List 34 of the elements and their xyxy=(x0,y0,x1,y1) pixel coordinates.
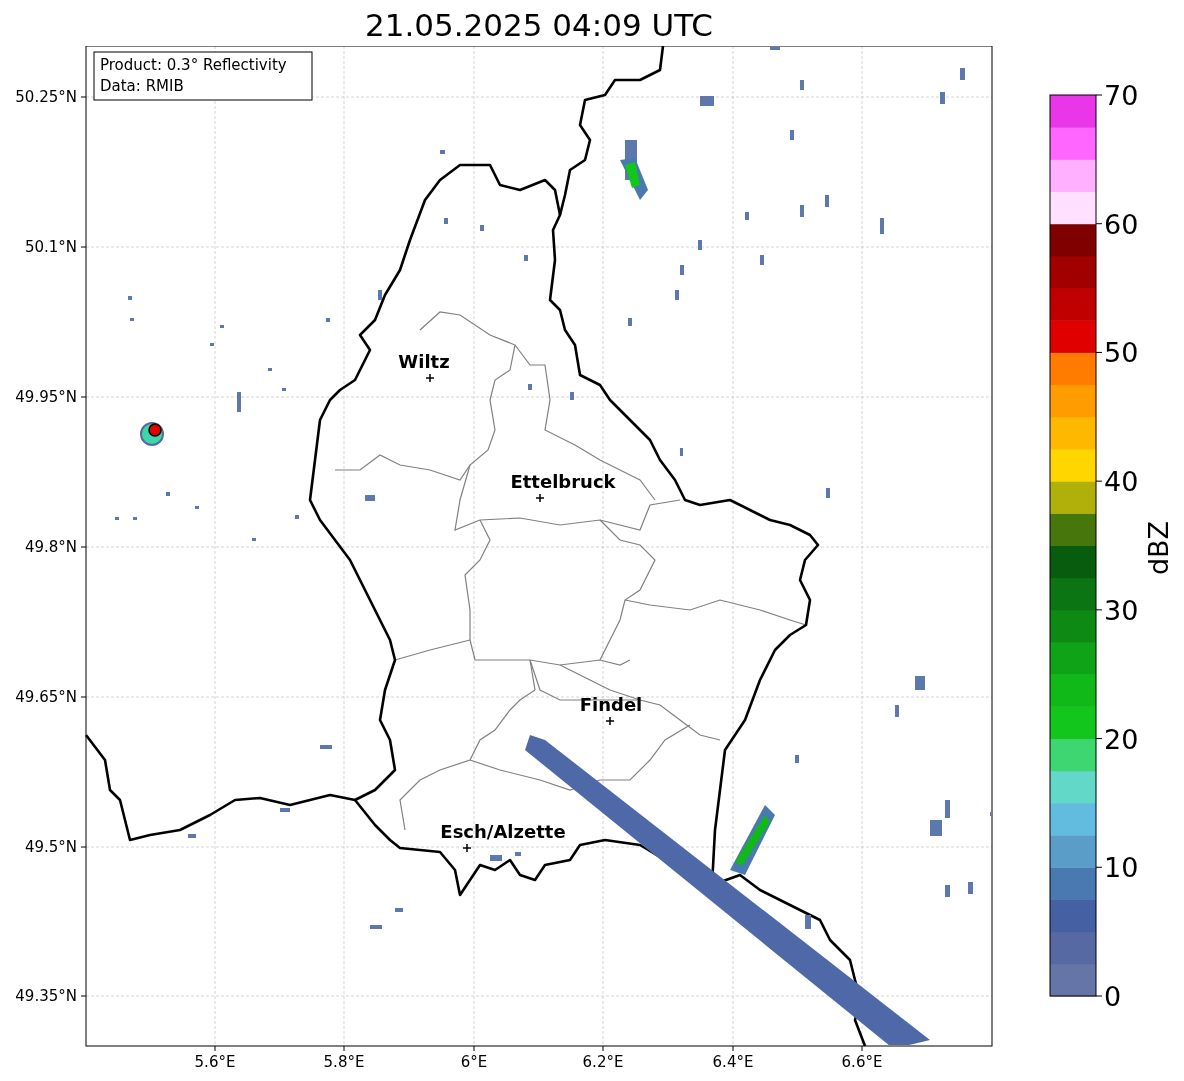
info-text: Product: 0.3° Reflectivity xyxy=(100,56,287,74)
axis-tick-label: 49.5°N xyxy=(24,838,77,856)
axis-tick-label: 6°E xyxy=(460,1053,488,1071)
axis-tick-label: 6.2°E xyxy=(582,1053,624,1071)
city-marker-icon xyxy=(535,493,545,503)
city-label: Wiltz xyxy=(398,351,450,372)
city-label: Ettelbruck xyxy=(510,471,616,492)
colorbar-tick-label: 10 xyxy=(1104,852,1139,884)
axis-tick-label: 5.8°E xyxy=(323,1053,365,1071)
city-label: Esch/Alzette xyxy=(440,821,566,842)
chart-title: 21.05.2025 04:09 UTC xyxy=(365,6,713,45)
colorbar-tick-label: 30 xyxy=(1104,594,1139,626)
axis-tick-label: 6.6°E xyxy=(841,1053,883,1071)
axis-tick-label: 50.25°N xyxy=(15,88,77,106)
colorbar-tick-label: 20 xyxy=(1104,723,1139,755)
city-marker-icon xyxy=(425,373,435,383)
colorbar-tick-label: 0 xyxy=(1104,981,1122,1012)
colorbar-label: dBZ xyxy=(1143,520,1174,576)
city-label: Findel xyxy=(579,694,643,715)
axis-tick-label: 49.65°N xyxy=(15,688,77,706)
city-marker-icon xyxy=(605,716,615,726)
axis-tick-label: 49.95°N xyxy=(15,388,77,406)
axis-tick-label: 6.4°E xyxy=(712,1053,754,1071)
colorbar-tick-label: 40 xyxy=(1104,466,1139,498)
radar-site-icon xyxy=(140,422,164,446)
axis-tick-label: 49.8°N xyxy=(24,538,77,556)
info-text: Data: RMIB xyxy=(100,77,184,95)
colorbar-tick-label: 50 xyxy=(1104,337,1139,369)
city-marker-icon xyxy=(462,843,472,853)
colorbar-tick-label: 60 xyxy=(1104,208,1139,240)
axis-tick-label: 50.1°N xyxy=(24,238,77,256)
colorbar-tick-label: 70 xyxy=(1104,80,1139,111)
axis-tick-label: 5.6°E xyxy=(194,1053,236,1071)
axis-tick-label: 49.35°N xyxy=(15,987,77,1005)
